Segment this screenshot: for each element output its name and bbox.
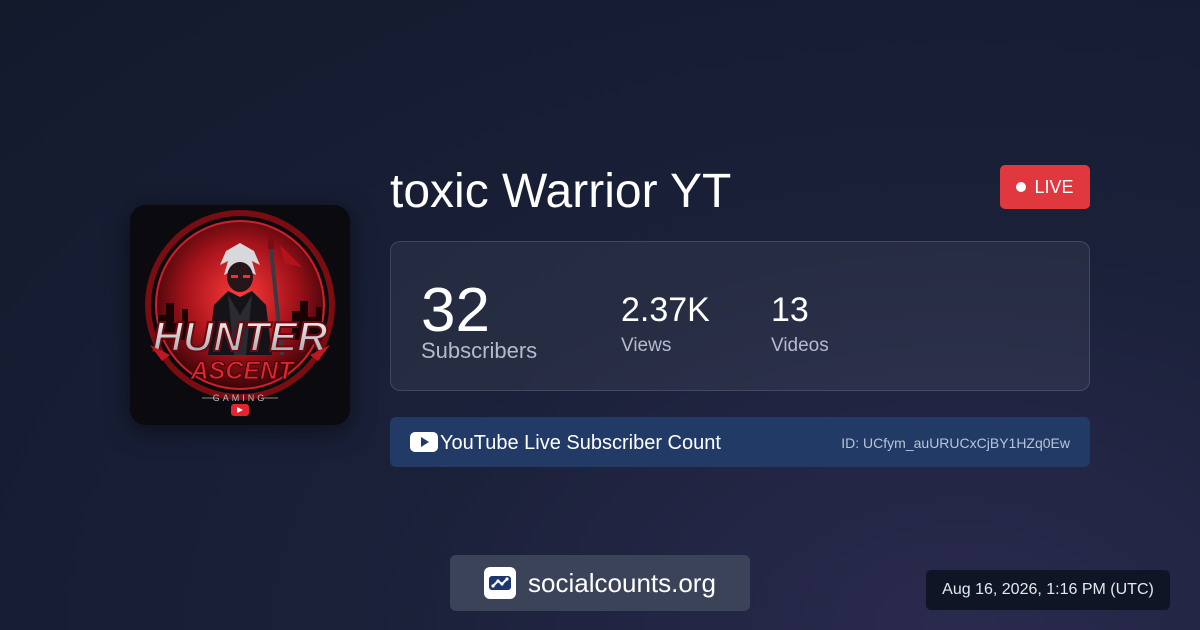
svg-text:ASCENT: ASCENT xyxy=(190,357,297,385)
views-stat: 2.37K Views xyxy=(621,290,710,358)
info-bar-label: YouTube Live Subscriber Count xyxy=(440,432,721,454)
views-count: 2.37K xyxy=(621,291,710,329)
socialcounts-link[interactable]: socialcounts.org xyxy=(450,555,750,611)
socialcounts-logo-icon xyxy=(484,567,517,599)
socialcounts-name: socialcounts.org xyxy=(528,567,716,598)
svg-text:GAMING: GAMING xyxy=(213,393,268,403)
subscriber-count: 32 xyxy=(421,276,490,345)
timestamp: Aug 16, 2026, 1:16 PM (UTC) xyxy=(926,570,1170,610)
videos-count: 13 xyxy=(771,291,809,329)
subscriber-label: Subscribers xyxy=(421,338,538,363)
live-label: LIVE xyxy=(1034,176,1074,197)
svg-text:HUNTER: HUNTER xyxy=(153,313,329,360)
views-label: Views xyxy=(621,335,672,356)
channel-id: ID: UCfym_auURUCxCjBY1HZq0Ew xyxy=(841,435,1070,451)
stats-panel: 32 Subscribers 2.37K Views 13 Videos xyxy=(390,241,1090,391)
live-badge: LIVE xyxy=(1000,165,1090,209)
videos-label: Videos xyxy=(771,335,829,356)
live-dot-icon xyxy=(1016,182,1027,192)
channel-avatar-image: HUNTER ASCENT GAMING xyxy=(130,205,350,425)
channel-avatar: HUNTER ASCENT GAMING xyxy=(130,205,350,425)
info-bar: YouTube Live Subscriber Count ID: UCfym_… xyxy=(390,417,1090,467)
youtube-icon xyxy=(410,432,438,457)
channel-name: toxic Warrior YT xyxy=(390,165,732,218)
videos-stat: 13 Videos xyxy=(771,290,829,358)
subscriber-stat: 32 Subscribers xyxy=(421,278,537,364)
